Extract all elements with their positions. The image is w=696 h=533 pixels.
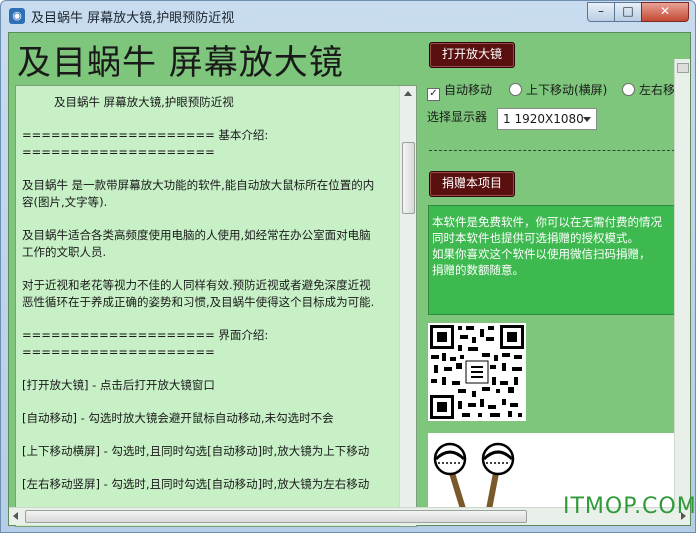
up-down-radio[interactable]: 上下移动(横屏) (509, 81, 607, 98)
info-line: 捐赠的数额随意。 (432, 263, 524, 277)
app-icon: ◉ (9, 8, 25, 24)
desc-line: 恶性循环在于养成正确的姿势和习惯,及目蜗牛使得这个目标成为可能. (22, 295, 375, 309)
chevron-down-icon (583, 117, 591, 122)
scroll-up-icon[interactable] (404, 91, 412, 96)
desc-line: 对于近视和老花等视力不佳的人同样有效.预防近视或者避免深度近视 (22, 278, 371, 292)
site-watermark: ITMOP.COM (563, 494, 696, 519)
wechat-qr-code (428, 323, 526, 421)
desc-line: 及目蜗牛 屏幕放大镜,护眼预防近视 (54, 95, 234, 109)
left-right-radio[interactable]: 左右移 (622, 81, 675, 98)
qr-code-icon (428, 323, 526, 421)
radio-icon[interactable] (622, 83, 635, 96)
app-window: ◉ 及目蜗牛 屏幕放大镜,护眼预防近视 – □ ✕ 及目蜗牛 屏幕放大镜 及目蜗… (0, 0, 696, 533)
app-title: 及目蜗牛 屏幕放大镜 (17, 43, 344, 83)
open-magnifier-button[interactable]: 打开放大镜 (429, 42, 516, 68)
display-select[interactable]: 1 1920X1080 (497, 108, 597, 130)
desc-line: ==================== 基本介绍: (22, 128, 269, 142)
auto-move-checkbox[interactable]: ✓ 自动移动 (427, 81, 492, 101)
display-select-value: 1 1920X1080 (503, 112, 584, 126)
description-text: 及目蜗牛 屏幕放大镜,护眼预防近视 ==================== 基… (22, 94, 394, 493)
desc-line: 工作的文职人员. (22, 245, 107, 259)
desc-line: [上下移动横屏] - 勾选时,且同时勾选[自动移动]时,放大镜为上下移动 (22, 444, 370, 458)
display-label: 选择显示器 (427, 110, 488, 124)
auto-move-label: 自动移动 (444, 83, 493, 97)
horizontal-scroll-thumb[interactable] (25, 510, 527, 523)
minimize-button[interactable]: – (587, 2, 615, 22)
scroll-thumb[interactable] (402, 142, 415, 214)
up-down-label: 上下移动(横屏) (526, 83, 608, 97)
desc-line: [左右移动竖屏] - 勾选时,且同时勾选[自动移动]时,放大镜为左右移动 (22, 477, 370, 491)
window-title: 及目蜗牛 屏幕放大镜,护眼预防近视 (31, 11, 235, 26)
radio-icon[interactable] (509, 83, 522, 96)
desc-line: [自动移动] - 勾选时放大镜会避开鼠标自动移动,未勾选时不会 (22, 411, 334, 425)
title-bar[interactable]: ◉ 及目蜗牛 屏幕放大镜,护眼预防近视 – □ ✕ (1, 1, 695, 31)
desc-line: ==================== (22, 145, 215, 159)
checkbox-check-icon[interactable]: ✓ (427, 88, 440, 101)
info-line: 本软件是免费软件，你可以在无需付费的情况 (432, 215, 662, 229)
right-panel-scrollbar[interactable] (674, 59, 690, 525)
desc-line: 及目蜗牛 是一款带屏幕放大功能的软件,能自动放大鼠标所在位置的内 (22, 178, 375, 192)
left-right-label: 左右移 (639, 83, 676, 97)
desc-line: ==================== (22, 345, 215, 359)
desc-line: ==================== 界面介绍: (22, 328, 269, 342)
right-scroll-thumb[interactable] (677, 63, 689, 73)
close-button[interactable]: ✕ (641, 2, 689, 22)
desc-line: 容(图片,文字等). (22, 195, 108, 209)
desc-line: [打开放大镜] - 点击后打开放大镜窗口 (22, 378, 215, 392)
divider (429, 150, 675, 151)
scroll-left-icon[interactable] (13, 512, 18, 520)
desc-line: 及目蜗牛适合各类高频度使用电脑的人使用,如经常在办公室面对电脑 (22, 228, 371, 242)
maximize-button[interactable]: □ (614, 2, 642, 22)
main-panel: 及目蜗牛 屏幕放大镜 及目蜗牛 屏幕放大镜,护眼预防近视 ===========… (8, 32, 691, 527)
description-textarea[interactable]: 及目蜗牛 屏幕放大镜,护眼预防近视 ==================== 基… (15, 85, 417, 527)
info-line: 如果你喜欢这个软件以使用微信扫码捐赠， (432, 247, 651, 261)
description-scrollbar[interactable] (399, 86, 416, 526)
info-line: 同时本软件也提供可选捐赠的授权模式。 (432, 231, 639, 245)
donate-button[interactable]: 捐赠本项目 (429, 171, 516, 197)
donation-info: 本软件是免费软件，你可以在无需付费的情况 同时本软件也提供可选捐赠的授权模式。 … (428, 205, 678, 315)
